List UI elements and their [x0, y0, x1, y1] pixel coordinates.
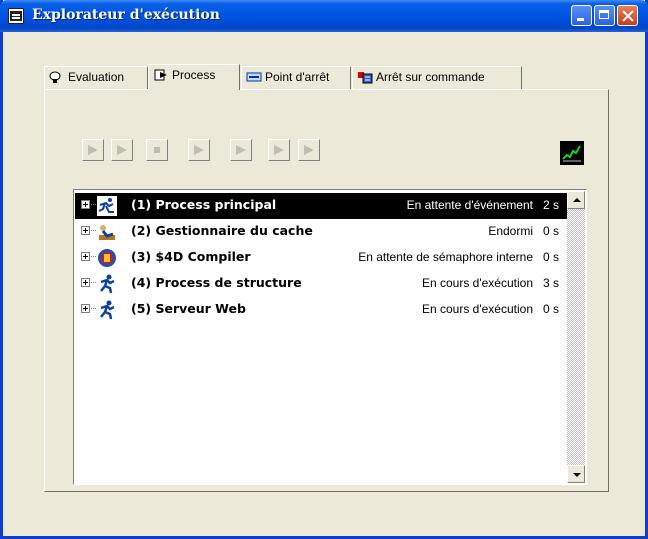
tree-connector: [91, 256, 96, 257]
process-name: (5) Serveur Web: [131, 301, 246, 316]
scroll-down-button[interactable]: [567, 465, 585, 483]
run-pause-button[interactable]: [111, 139, 133, 161]
debug-button[interactable]: [188, 139, 210, 161]
tree-connector: [91, 204, 96, 205]
running-man-blue-icon: [100, 274, 115, 294]
running-man-blue-icon: [100, 300, 115, 320]
scroll-up-button[interactable]: [567, 191, 585, 209]
expand-toggle[interactable]: [81, 252, 90, 261]
process-row[interactable]: (5) Serveur Web En cours d'exécution 0 s: [75, 297, 567, 323]
tab-evaluation[interactable]: Evaluation: [44, 66, 148, 89]
tab-label: Arrêt sur commande: [376, 70, 485, 84]
process-row[interactable]: (2) Gestionnaire du cache Endormi 0 s: [75, 219, 567, 245]
process-row[interactable]: (4) Process de structure En cours d'exéc…: [75, 271, 567, 297]
stop-button[interactable]: [146, 139, 168, 161]
step-over-button[interactable]: [268, 139, 290, 161]
expand-toggle[interactable]: [81, 200, 90, 209]
step-button[interactable]: [230, 139, 252, 161]
process-time: 0 s: [542, 302, 559, 316]
process-row[interactable]: (1) Process principal En attente d'événe…: [75, 193, 567, 219]
process-name: (4) Process de structure: [131, 275, 302, 290]
process-row[interactable]: (3) $4D Compiler En attente de sémaphore…: [75, 245, 567, 271]
minimize-button[interactable]: [571, 5, 592, 26]
close-button[interactable]: [617, 5, 638, 26]
process-icon: [154, 69, 167, 81]
expand-toggle[interactable]: [81, 226, 90, 235]
trace-button[interactable]: [298, 139, 320, 161]
process-name: (3) $4D Compiler: [131, 249, 251, 264]
app-icon: [8, 8, 24, 24]
tab-label: Evaluation: [68, 70, 125, 84]
process-time: 2 s: [542, 198, 559, 212]
expand-toggle[interactable]: [81, 304, 90, 313]
tab-label: Process: [172, 68, 216, 82]
tab-command-stop[interactable]: Arrêt sur commande: [352, 66, 522, 89]
process-status: Endormi: [488, 224, 533, 238]
command-stop-icon: [358, 72, 373, 84]
expand-toggle[interactable]: [81, 278, 90, 287]
process-name: (1) Process principal: [131, 197, 277, 212]
activity-graph-icon: [562, 145, 581, 162]
tree-connector: [91, 308, 96, 309]
title-bar[interactable]: Explorateur d'exécution: [0, 0, 648, 32]
vertical-scrollbar[interactable]: [567, 191, 585, 483]
tab-breakpoint[interactable]: Point d'arrêt: [241, 66, 351, 89]
tree-connector: [91, 230, 96, 231]
sleeping-figure-icon: [99, 225, 115, 240]
tree-connector: [91, 282, 96, 283]
run-button[interactable]: [82, 139, 104, 161]
window-title: Explorateur d'exécution: [32, 7, 220, 23]
tab-label: Point d'arrêt: [265, 70, 330, 84]
running-man-icon: [97, 196, 117, 216]
key-eval-icon: [49, 71, 61, 83]
activity-graph-button[interactable]: [560, 141, 584, 165]
4d-compiler-icon: [98, 249, 116, 267]
maximize-button[interactable]: [594, 5, 615, 26]
process-status: En attente d'événement: [406, 198, 533, 212]
process-time: 0 s: [542, 250, 559, 264]
process-name: (2) Gestionnaire du cache: [131, 223, 313, 238]
tab-process[interactable]: Process: [148, 64, 240, 90]
process-list[interactable]: (1) Process principal En attente d'événe…: [73, 189, 587, 485]
process-status: En attente de sémaphore interne: [358, 250, 533, 264]
breakpoint-icon: [246, 72, 262, 82]
process-status: En cours d'exécution: [421, 276, 533, 290]
process-time: 0 s: [542, 224, 559, 238]
process-time: 3 s: [542, 276, 559, 290]
process-status: En cours d'exécution: [421, 302, 533, 316]
